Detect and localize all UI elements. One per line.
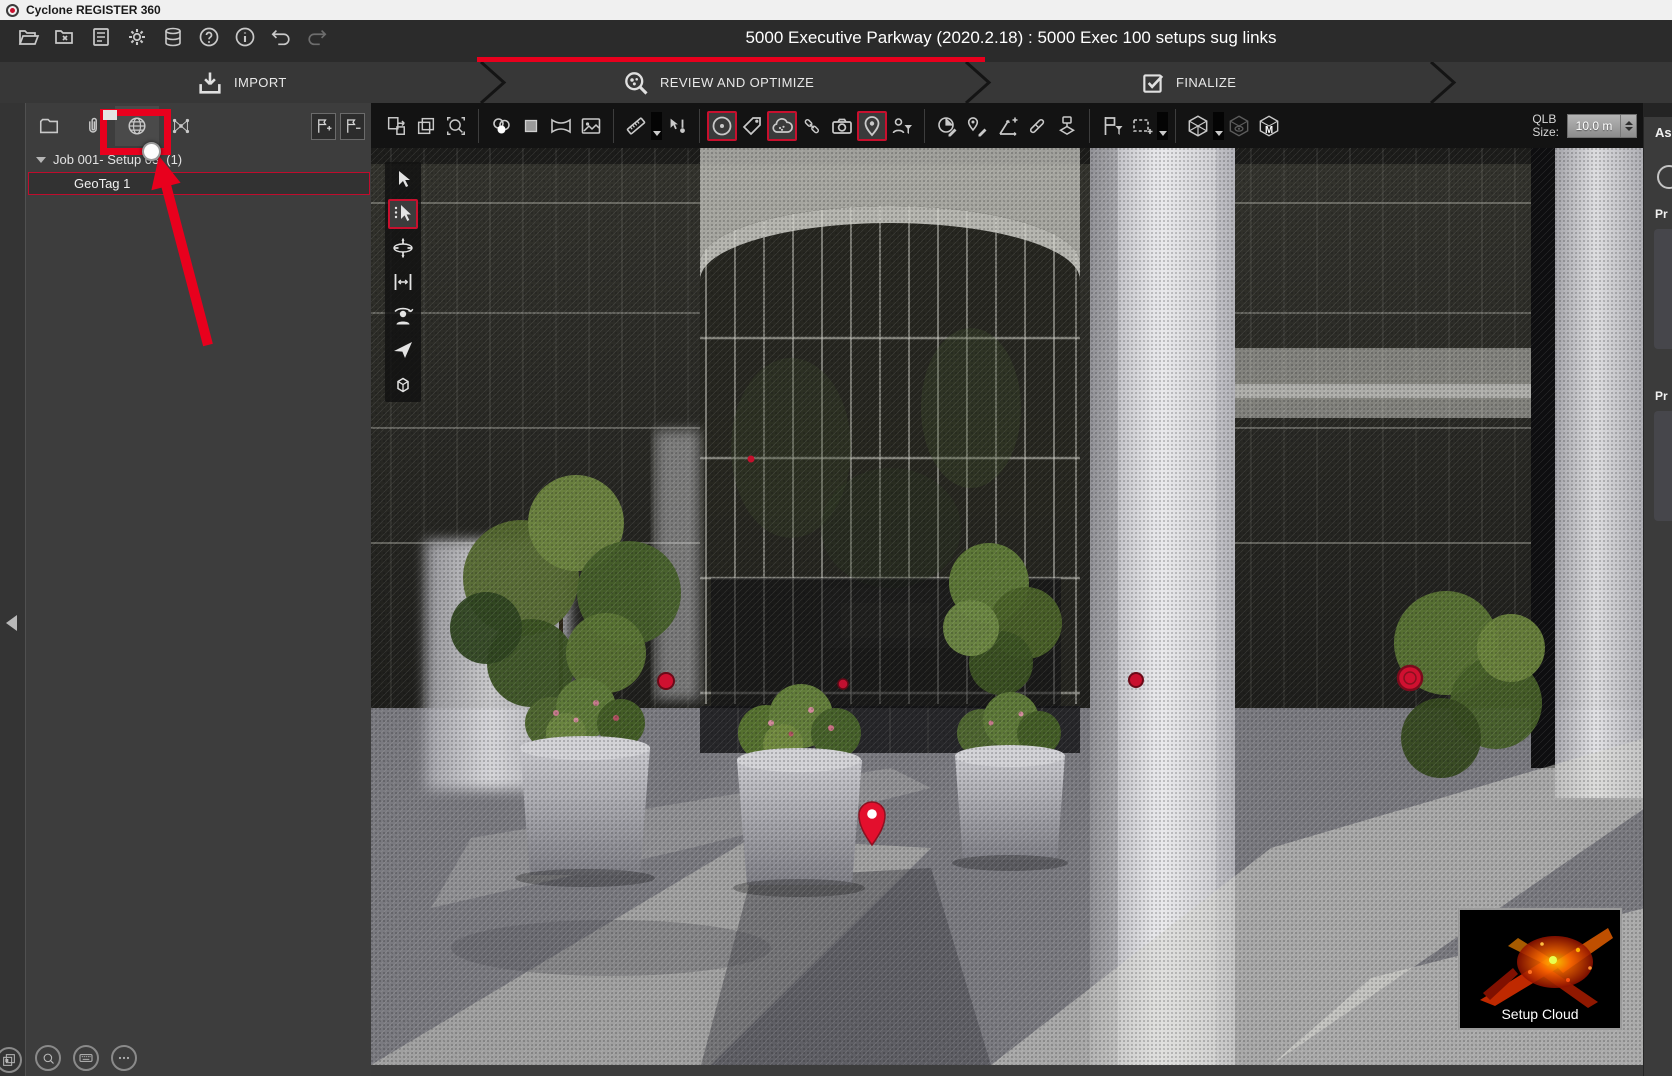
left-rail	[0, 103, 26, 1076]
slice-icon[interactable]	[1022, 111, 1052, 141]
point-cloud-canvas[interactable]: Setup Cloud	[371, 148, 1645, 1065]
ruler-dropdown-icon[interactable]	[651, 112, 662, 140]
report-icon[interactable]	[88, 24, 114, 50]
target-icon[interactable]	[707, 111, 737, 141]
workflow-tabbar: IMPORT REVIEW AND OPTIMIZE FINALIZE	[0, 62, 1672, 103]
pie-edit-icon[interactable]	[932, 111, 962, 141]
fly-icon[interactable]	[388, 335, 418, 365]
window-titlebar: Cyclone REGISTER 360	[0, 0, 1672, 20]
add-flag-button[interactable]	[311, 113, 336, 140]
review-magnifier-icon	[622, 69, 650, 97]
tree-expand-icon[interactable]	[36, 157, 46, 163]
more-icon[interactable]	[111, 1045, 137, 1071]
thumbnail-label: Setup Cloud	[1460, 1006, 1620, 1022]
right-panel-card[interactable]	[1654, 229, 1672, 349]
tree-item-geotag[interactable]: GeoTag 1	[28, 172, 370, 195]
cube-model-icon[interactable]	[1254, 111, 1284, 141]
zoom-area-icon[interactable]	[441, 111, 471, 141]
right-panel-circle-icon[interactable]	[1657, 165, 1672, 189]
measure-icon[interactable]	[388, 267, 418, 297]
tab-review-and-optimize[interactable]: REVIEW AND OPTIMIZE	[622, 62, 814, 103]
panel-bottom-buttons	[27, 1045, 137, 1071]
flag-filter-icon[interactable]	[1097, 111, 1127, 141]
tab-finalize[interactable]: FINALIZE	[1140, 62, 1236, 103]
cube-eye-icon[interactable]	[1224, 111, 1254, 141]
undo-icon[interactable]	[268, 24, 294, 50]
search-icon[interactable]	[35, 1045, 61, 1071]
windows-icon[interactable]	[411, 111, 441, 141]
select-cursor-icon[interactable]	[388, 165, 418, 195]
box-target-icon[interactable]	[1052, 111, 1082, 141]
layers-icon[interactable]	[0, 1047, 22, 1073]
project-title: 5000 Executive Parkway (2020.2.18) : 500…	[350, 28, 1672, 48]
spinner-arrows-icon[interactable]	[1620, 115, 1636, 137]
geotag-pin-icon[interactable]	[857, 111, 887, 141]
storage-icon[interactable]	[160, 24, 186, 50]
tab-highlight-square	[103, 110, 117, 120]
cloud-icon[interactable]	[767, 111, 797, 141]
viewport-status-strip	[371, 1065, 1645, 1076]
right-panel: As Pr Pr	[1643, 103, 1672, 1076]
tab-folder[interactable]	[27, 106, 71, 146]
left-panel: Job 001- Setup 03 (1) GeoTag 1	[0, 103, 371, 1076]
paste-view-icon[interactable]	[381, 111, 411, 141]
panel-tab-strip	[27, 105, 371, 147]
help-icon[interactable]	[196, 24, 222, 50]
tree-root-job[interactable]: Job 001- Setup 03 (1)	[27, 149, 371, 170]
view-tool-strip	[385, 162, 421, 402]
menu-toolbar: 5000 Executive Parkway (2020.2.18) : 500…	[0, 20, 1672, 62]
multi-select-cursor-icon[interactable]	[388, 199, 418, 229]
link-icon[interactable]	[797, 111, 827, 141]
cube-view-icon[interactable]	[388, 369, 418, 399]
color-mode-icon[interactable]	[486, 111, 516, 141]
pin-edit-icon[interactable]	[962, 111, 992, 141]
plain-mode-icon[interactable]	[516, 111, 546, 141]
viewport: QLB Size: 10.0 m	[371, 103, 1645, 1076]
probe-cursor-icon[interactable]	[662, 111, 692, 141]
right-panel-header: As	[1655, 125, 1672, 140]
qlb-size-spinner[interactable]: 10.0 m	[1567, 114, 1637, 138]
right-panel-section-label: Pr	[1655, 207, 1668, 221]
cube-dropdown-icon[interactable]	[1213, 112, 1224, 140]
keyboard-icon[interactable]	[73, 1045, 99, 1071]
viewport-toolbar: QLB Size: 10.0 m	[371, 103, 1645, 148]
select-rect-dropdown-icon[interactable]	[1157, 112, 1168, 140]
right-panel-section-label-2: Pr	[1655, 389, 1668, 403]
tab-geotags[interactable]	[115, 106, 159, 146]
tab-sitemap[interactable]	[159, 106, 203, 146]
collapse-panel-icon[interactable]	[6, 615, 17, 631]
settings-gear-icon[interactable]	[124, 24, 150, 50]
remove-flag-button[interactable]	[340, 113, 365, 140]
person-filter-icon[interactable]	[887, 111, 917, 141]
tag-icon[interactable]	[737, 111, 767, 141]
import-download-icon	[196, 69, 224, 97]
look-around-icon[interactable]	[388, 301, 418, 331]
cube-wire-icon[interactable]	[1183, 111, 1213, 141]
panorama-icon[interactable]	[546, 111, 576, 141]
qlb-size-label: QLB Size:	[1532, 113, 1559, 139]
window-title: Cyclone REGISTER 360	[26, 3, 161, 17]
redo-icon[interactable]	[304, 24, 330, 50]
info-icon[interactable]	[232, 24, 258, 50]
ruler-icon[interactable]	[621, 111, 651, 141]
camera-icon[interactable]	[827, 111, 857, 141]
select-rect-icon[interactable]	[1127, 111, 1157, 141]
image-icon[interactable]	[576, 111, 606, 141]
qlb-size-control: QLB Size: 10.0 m	[1532, 113, 1637, 139]
setup-cloud-thumbnail[interactable]: Setup Cloud	[1458, 908, 1622, 1030]
close-project-icon[interactable]	[52, 24, 78, 50]
orbit-icon[interactable]	[388, 233, 418, 263]
finalize-checkbox-icon	[1140, 70, 1166, 96]
axes-add-icon[interactable]	[992, 111, 1022, 141]
right-panel-card-2[interactable]	[1654, 411, 1672, 521]
geotag-tree: Job 001- Setup 03 (1) GeoTag 1	[27, 149, 371, 195]
qlb-size-value: 10.0 m	[1568, 119, 1620, 133]
open-project-icon[interactable]	[16, 24, 42, 50]
app-window: Cyclone REGISTER 360 5000 Executive Park…	[0, 0, 1672, 1076]
tab-import[interactable]: IMPORT	[196, 62, 287, 103]
app-logo-icon	[6, 4, 19, 17]
